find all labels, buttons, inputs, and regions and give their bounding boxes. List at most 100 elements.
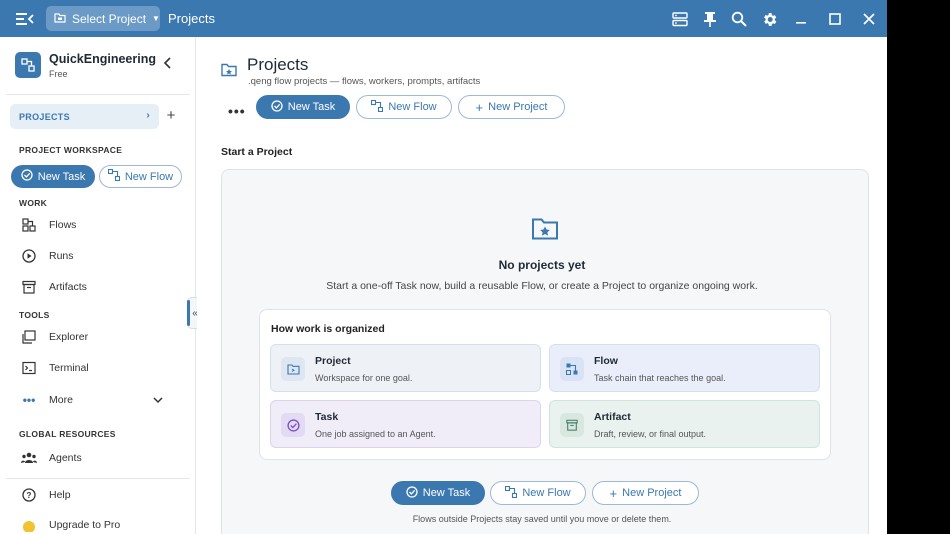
project-select-label: Select Project bbox=[72, 11, 147, 26]
terminal-icon bbox=[21, 360, 37, 376]
tile-title: Artifact bbox=[594, 411, 631, 423]
sidebar-item-label: Flows bbox=[49, 219, 77, 231]
pin-icon[interactable] bbox=[699, 8, 721, 30]
server-icon[interactable] bbox=[669, 8, 691, 30]
bottom-new-project-label: New Project bbox=[622, 487, 682, 499]
title-bar: Select Project ▼ Projects bbox=[0, 0, 887, 37]
chevron-down-icon[interactable] bbox=[152, 394, 164, 406]
chevron-left-icon[interactable] bbox=[160, 55, 176, 71]
maximize-icon[interactable] bbox=[824, 8, 846, 30]
tile-desc: One job assigned to an Agent. bbox=[315, 429, 436, 439]
folder-star-icon bbox=[531, 217, 559, 241]
projects-nav-label: PROJECTS bbox=[19, 111, 70, 122]
sidebar-item-label: Help bbox=[49, 489, 71, 501]
how-work-title: How work is organized bbox=[271, 323, 385, 335]
archive-icon bbox=[21, 279, 37, 295]
section-title-tools: TOOLS bbox=[19, 310, 50, 320]
sidebar-item-explorer[interactable]: Explorer bbox=[21, 327, 88, 347]
task-check-icon bbox=[21, 169, 33, 184]
chevron-right-icon: › bbox=[146, 110, 150, 121]
tile-title: Project bbox=[315, 355, 351, 367]
flow-icon bbox=[560, 357, 584, 381]
main-content: Projects .qeng flow projects — flows, wo… bbox=[197, 37, 887, 534]
sidebar-item-more[interactable]: ••• More bbox=[21, 390, 73, 410]
flow-icon bbox=[107, 168, 120, 184]
new-task-button[interactable]: New Task bbox=[256, 95, 350, 119]
task-check-icon bbox=[281, 413, 305, 437]
sidebar-item-label: More bbox=[49, 394, 73, 406]
new-flow-label: New Flow bbox=[388, 101, 437, 113]
sidebar-item-upgrade[interactable]: Upgrade to Pro bbox=[21, 515, 120, 534]
task-check-icon bbox=[406, 485, 418, 501]
projects-nav-button[interactable]: PROJECTS › bbox=[10, 104, 159, 129]
explorer-icon bbox=[21, 329, 37, 345]
plus-icon: + bbox=[609, 485, 618, 501]
project-icon bbox=[281, 357, 305, 381]
sidebar-item-terminal[interactable]: Terminal bbox=[21, 358, 89, 378]
section-title-start: Start a Project bbox=[221, 146, 293, 158]
help-icon: ? bbox=[21, 487, 37, 503]
add-project-icon[interactable]: + bbox=[164, 107, 178, 125]
tile-flow[interactable]: Flow Task chain that reaches the goal. bbox=[549, 344, 820, 392]
sidebar-item-help[interactable]: ? Help bbox=[21, 485, 71, 505]
page-title: Projects bbox=[247, 55, 309, 74]
menu-toggle-icon[interactable] bbox=[14, 9, 36, 29]
folder-star-icon bbox=[221, 63, 237, 79]
footer-note: Flows outside Projects stay saved until … bbox=[412, 514, 672, 524]
tile-desc: Draft, review, or final output. bbox=[594, 429, 707, 439]
sidebar-new-task-button[interactable]: New Task bbox=[11, 165, 95, 188]
divider bbox=[6, 478, 190, 479]
bottom-new-flow-button[interactable]: New Flow bbox=[490, 481, 586, 505]
new-task-label: New Task bbox=[287, 101, 336, 113]
sidebar-item-runs[interactable]: Runs bbox=[21, 246, 74, 266]
tile-desc: Workspace for one goal. bbox=[315, 373, 413, 383]
play-circle-icon bbox=[21, 248, 37, 264]
tile-desc: Task chain that reaches the goal. bbox=[594, 373, 726, 383]
sidebar-item-artifacts[interactable]: Artifacts bbox=[21, 277, 87, 297]
folder-icon bbox=[54, 12, 66, 26]
sidebar-item-agents[interactable]: Agents bbox=[21, 448, 82, 468]
archive-icon bbox=[560, 413, 584, 437]
bottom-new-flow-label: New Flow bbox=[522, 487, 571, 499]
new-project-button[interactable]: + New Project bbox=[458, 95, 565, 119]
brand-name: QuickEngineering bbox=[49, 52, 156, 66]
empty-state-title: No projects yet bbox=[498, 258, 586, 272]
new-flow-button[interactable]: New Flow bbox=[356, 95, 452, 119]
upgrade-icon bbox=[21, 517, 37, 533]
sidebar-item-label: Explorer bbox=[49, 331, 89, 343]
sidebar-new-task-label: New Task bbox=[37, 170, 86, 183]
svg-text:?: ? bbox=[27, 491, 32, 500]
tile-artifact[interactable]: Artifact Draft, review, or final output. bbox=[549, 400, 820, 448]
caret-down-icon: ▼ bbox=[152, 14, 160, 23]
task-check-icon bbox=[271, 99, 283, 115]
how-work-is-organized-card: How work is organized Project Workspace … bbox=[259, 309, 831, 460]
tile-task[interactable]: Task One job assigned to an Agent. bbox=[270, 400, 541, 448]
sidebar-item-label: Terminal bbox=[49, 362, 89, 374]
agents-icon bbox=[21, 450, 37, 466]
more-options-icon[interactable]: ••• bbox=[228, 103, 246, 119]
flow-icon bbox=[505, 485, 518, 501]
new-project-label: New Project bbox=[488, 101, 548, 113]
more-dots-icon: ••• bbox=[22, 393, 36, 407]
divider bbox=[6, 94, 190, 95]
tile-title: Flow bbox=[594, 355, 618, 367]
sidebar-item-label: Agents bbox=[49, 452, 82, 464]
brand-plan: Free bbox=[49, 69, 68, 79]
close-icon[interactable] bbox=[858, 8, 880, 30]
empty-state-description: Start a one-off Task now, build a reusab… bbox=[326, 280, 758, 292]
search-icon[interactable] bbox=[728, 8, 750, 30]
project-select-dropdown[interactable]: Select Project ▼ bbox=[46, 6, 160, 31]
section-title-global: GLOBAL RESOURCES bbox=[19, 429, 116, 439]
bottom-new-task-button[interactable]: New Task bbox=[391, 481, 485, 505]
sidebar-item-label: Upgrade to Pro bbox=[49, 519, 121, 531]
bottom-new-project-button[interactable]: + New Project bbox=[592, 481, 699, 505]
tile-project[interactable]: Project Workspace for one goal. bbox=[270, 344, 541, 392]
plus-icon: + bbox=[475, 99, 484, 115]
sidebar-new-flow-button[interactable]: New Flow bbox=[99, 165, 182, 188]
minimize-icon[interactable] bbox=[790, 8, 812, 30]
section-title-work: WORK bbox=[19, 198, 48, 208]
sidebar-new-flow-label: New Flow bbox=[124, 170, 174, 183]
gear-icon[interactable] bbox=[758, 8, 780, 30]
sidebar-item-flows[interactable]: Flows bbox=[21, 215, 76, 235]
flow-icon bbox=[371, 99, 384, 115]
